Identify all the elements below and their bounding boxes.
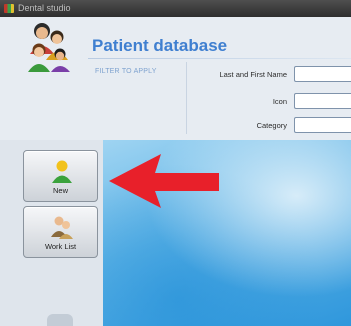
page-title: Patient database: [92, 36, 228, 55]
name-field[interactable]: [294, 66, 351, 82]
app-icon: [4, 4, 14, 13]
new-patient-icon: [52, 160, 72, 183]
sidebar-scroll-hint: [47, 314, 73, 326]
filter-label: FILTER TO APPLY: [95, 68, 157, 75]
icon-field-label: Icon: [272, 97, 287, 106]
patients-group-icon: [28, 23, 70, 72]
work-list-icon: [51, 216, 73, 239]
new-button[interactable]: New: [23, 150, 98, 202]
work-list-button-label: Work List: [44, 242, 77, 251]
category-field[interactable]: [294, 117, 351, 133]
title-divider: [88, 58, 351, 59]
new-button-label: New: [52, 186, 68, 195]
name-field-label: Last and First Name: [219, 70, 287, 79]
window-title: Dental studio: [18, 3, 71, 13]
category-field-label: Category: [256, 121, 287, 130]
icon-field[interactable]: [294, 93, 351, 109]
work-list-button[interactable]: Work List: [23, 206, 98, 258]
red-arrow-icon: [109, 154, 219, 208]
window-title-bar: Dental studio: [0, 0, 351, 17]
